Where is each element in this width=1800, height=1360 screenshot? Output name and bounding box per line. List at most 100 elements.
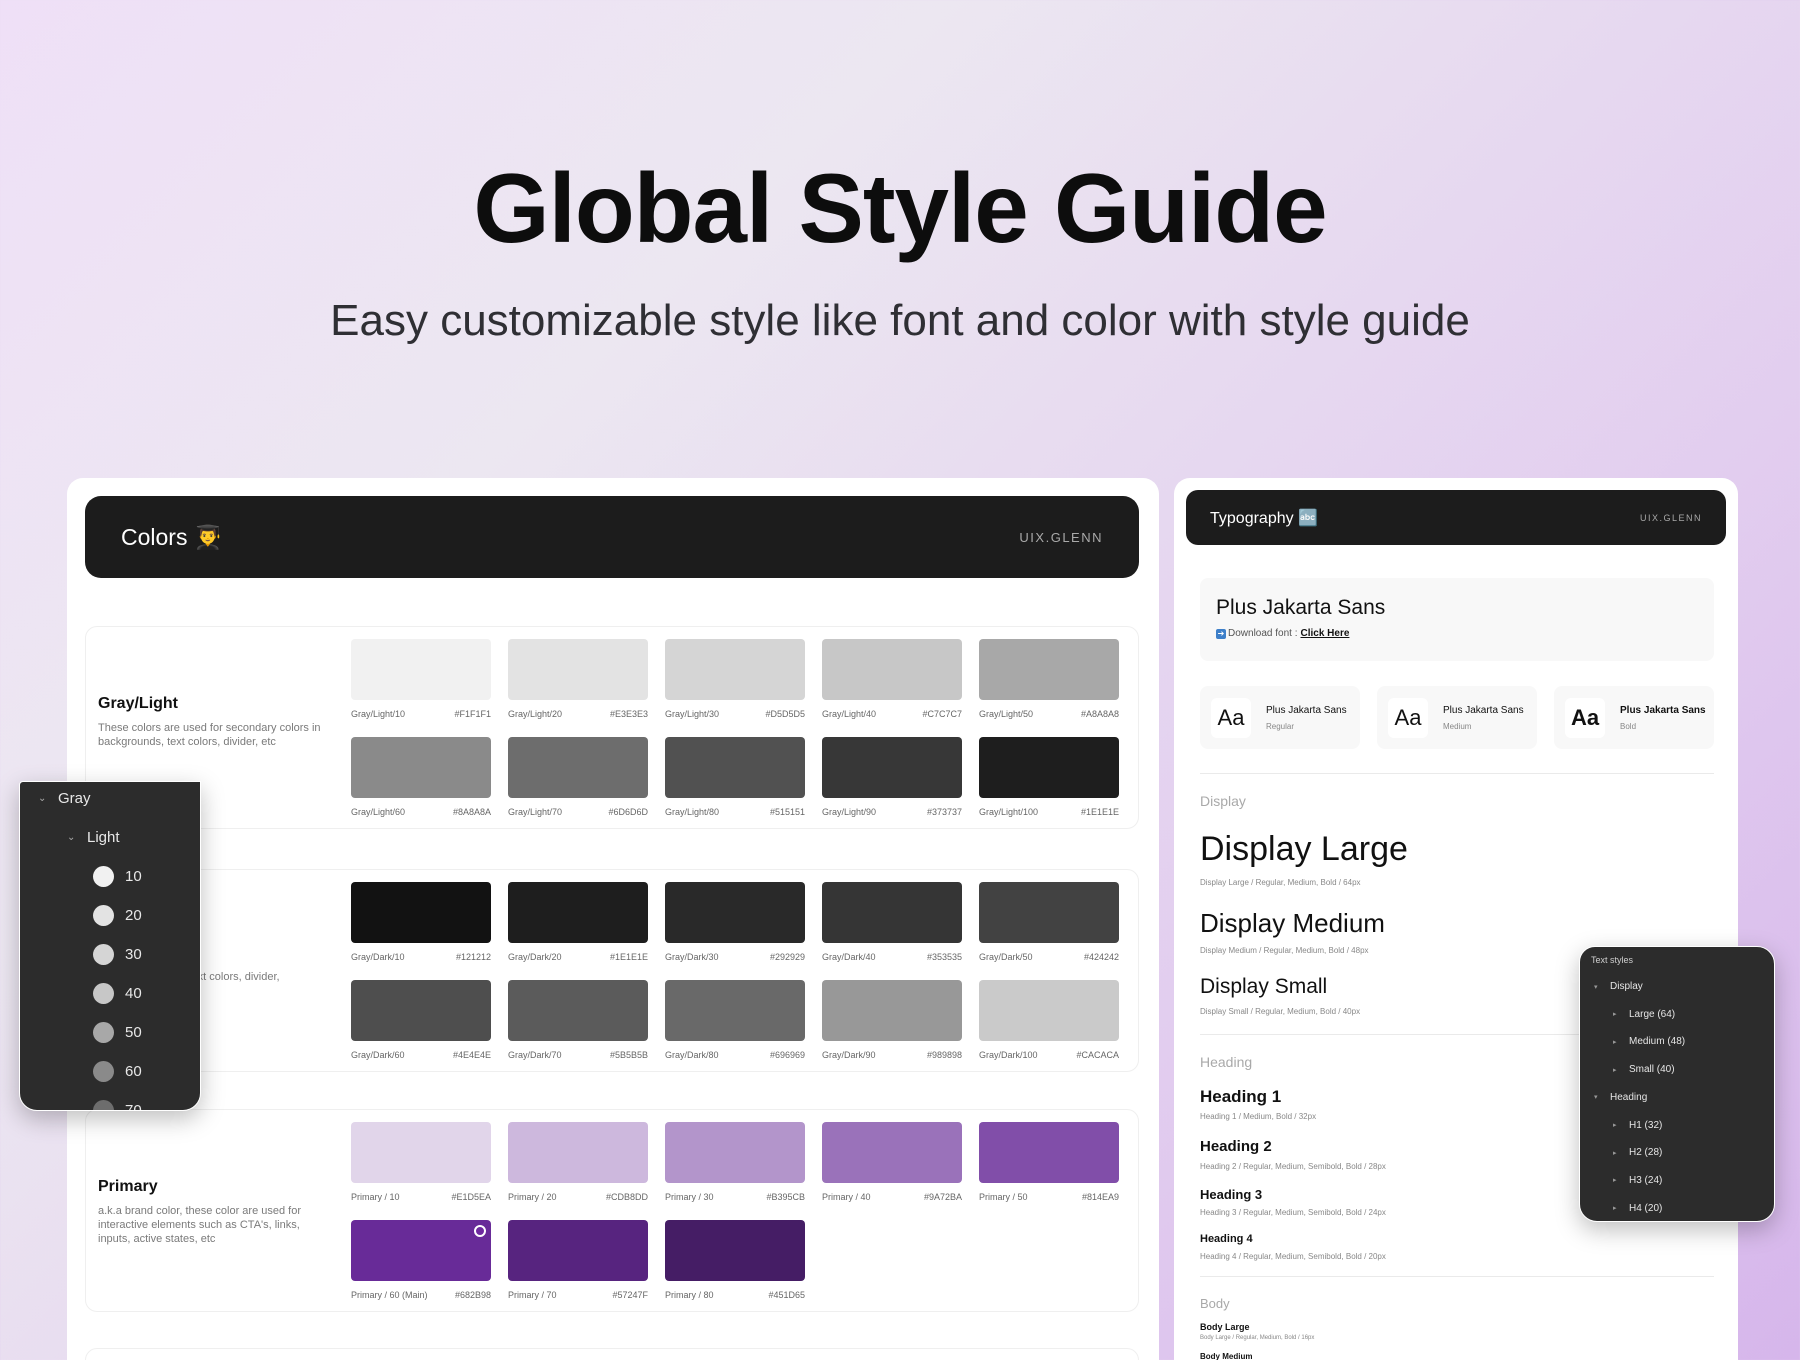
- swatch-hex: #CDB8DD: [605, 1192, 648, 1202]
- swatch-color: [979, 882, 1119, 943]
- body-large-sample: Body Large: [1200, 1322, 1250, 1332]
- style-group-label: Heading: [1610, 1091, 1648, 1103]
- swatch-hex: #814EA9: [1081, 1192, 1119, 1202]
- color-swatch[interactable]: Gray/Dark/60 #4E4E4E: [351, 980, 491, 1060]
- color-swatch[interactable]: Primary / 10 #E1D5EA: [351, 1122, 491, 1202]
- chevron-right-icon: ▸: [1613, 1205, 1617, 1213]
- color-swatch[interactable]: Gray/Light/40 #C7C7C7: [822, 639, 962, 719]
- color-swatch[interactable]: Primary / 30 #B395CB: [665, 1122, 805, 1202]
- swatch-name: Gray/Dark/60: [351, 1050, 405, 1060]
- color-swatch[interactable]: Gray/Light/50 #A8A8A8: [979, 639, 1119, 719]
- color-swatch[interactable]: Primary / 70 #57247F: [508, 1220, 648, 1300]
- colors-title: Colors 👨‍🎓: [121, 523, 223, 550]
- color-swatch[interactable]: Gray/Light/80 #515151: [665, 737, 805, 817]
- typography-title: Typography 🔤: [1210, 509, 1318, 527]
- color-swatch[interactable]: Primary / 20 #CDB8DD: [508, 1122, 648, 1202]
- color-swatch[interactable]: Gray/Dark/20 #1E1E1E: [508, 882, 648, 962]
- weight-sample: Aa: [1388, 697, 1428, 738]
- style-group[interactable]: ▾ Display: [1594, 981, 1643, 992]
- swatch-color: [665, 882, 805, 943]
- swatch-color: [351, 882, 491, 943]
- swatch-hex: #E1D5EA: [451, 1192, 491, 1202]
- swatch-color: [979, 980, 1119, 1041]
- style-item[interactable]: ▸ Medium (48): [1613, 1036, 1685, 1047]
- color-swatch[interactable]: Gray/Light/20 #E3E3E3: [508, 639, 648, 719]
- layer-item[interactable]: 10: [93, 866, 142, 887]
- color-swatch[interactable]: Primary / 40 #9A72BA: [822, 1122, 962, 1202]
- color-swatch[interactable]: Gray/Dark/80 #696969: [665, 980, 805, 1060]
- heading-2-meta: Heading 2 / Regular, Medium, Semibold, B…: [1200, 1162, 1386, 1171]
- style-item[interactable]: ▸ Small (40): [1613, 1064, 1675, 1075]
- chevron-down-icon: ⌄: [38, 793, 47, 804]
- color-swatch[interactable]: Gray/Dark/70 #5B5B5B: [508, 980, 648, 1060]
- style-group-label: Display: [1610, 981, 1643, 992]
- swatch-color: [508, 1220, 648, 1281]
- swatch-name: Gray/Light/100: [979, 807, 1039, 817]
- color-swatch[interactable]: Gray/Dark/100 #CACACA: [979, 980, 1119, 1060]
- swatch-color: [508, 1122, 648, 1183]
- swatch-name: Gray/Light/90: [822, 807, 877, 817]
- swatch-hex: #CACACA: [1076, 1050, 1119, 1060]
- layer-group-light[interactable]: ⌄ Light: [67, 829, 120, 846]
- swatch-name: Primary / 10: [351, 1192, 400, 1202]
- display-large-sample: Display Large: [1200, 830, 1408, 868]
- color-swatch[interactable]: Gray/Light/90 #373737: [822, 737, 962, 817]
- color-swatch[interactable]: Gray/Dark/40 #353535: [822, 882, 962, 962]
- heading-4-sample: Heading 4: [1200, 1233, 1253, 1245]
- color-swatch[interactable]: Gray/Light/60 #8A8A8A: [351, 737, 491, 817]
- display-large-meta: Display Large / Regular, Medium, Bold / …: [1200, 878, 1361, 887]
- arrow-right-icon: ➔: [1216, 628, 1226, 639]
- color-swatch[interactable]: Gray/Dark/50 #424242: [979, 882, 1119, 962]
- swatch-name: Gray/Dark/30: [665, 952, 719, 962]
- color-swatch[interactable]: Gray/Light/10 #F1F1F1: [351, 639, 491, 719]
- layer-item[interactable]: 60: [93, 1061, 142, 1082]
- style-item[interactable]: ▸ H2 (28): [1613, 1147, 1662, 1158]
- swatch-grid: Primary / 10 #E1D5EA Primary / 20 #CDB8DD Pr…: [351, 1122, 1119, 1300]
- font-info-box: Plus Jakarta Sans ➔ Download font : Clic…: [1200, 578, 1714, 661]
- color-swatch[interactable]: Gray/Light/30 #D5D5D5: [665, 639, 805, 719]
- layer-item[interactable]: 50: [93, 1022, 142, 1043]
- chevron-down-icon: ▾: [1594, 1094, 1598, 1102]
- weight-font-name: Plus Jakarta Sans: [1620, 704, 1706, 716]
- weight-style: Medium: [1443, 721, 1472, 731]
- layer-group-gray[interactable]: ⌄ Gray: [38, 790, 91, 807]
- layer-item[interactable]: 30: [93, 944, 142, 965]
- color-swatch[interactable]: Gray/Dark/90 #989898: [822, 980, 962, 1060]
- style-group[interactable]: ▾ Heading: [1594, 1092, 1647, 1103]
- font-name: Plus Jakarta Sans: [1216, 596, 1386, 619]
- section-title: Gray/Light: [98, 695, 179, 712]
- color-swatch[interactable]: Gray/Dark/30 #292929: [665, 882, 805, 962]
- color-swatch[interactable]: Gray/Light/70 #6D6D6D: [508, 737, 648, 817]
- chevron-right-icon: ▸: [1613, 1122, 1617, 1129]
- style-item-label: Large (64): [1629, 1008, 1676, 1020]
- color-swatch[interactable]: Primary / 50 #814EA9: [979, 1122, 1119, 1202]
- swatch-hex: #5B5B5B: [609, 1050, 648, 1060]
- swatch-hex: #4E4E4E: [452, 1050, 491, 1060]
- swatch-grid: Gray/Dark/10 #121212 Gray/Dark/20 #1E1E1E Gr…: [351, 882, 1119, 1060]
- color-swatch[interactable]: Gray/Dark/10 #121212: [351, 882, 491, 962]
- layer-item-label: 20: [125, 907, 142, 924]
- color-swatch[interactable]: Primary / 60 (Main) #682B98: [351, 1220, 491, 1300]
- display-medium-meta: Display Medium / Regular, Medium, Bold /…: [1200, 946, 1369, 955]
- color-section-gray-light: Gray/Light These colors are used for sec…: [85, 626, 1139, 829]
- style-item[interactable]: ▸ H4 (20): [1613, 1203, 1662, 1214]
- heading-2-sample: Heading 2: [1200, 1138, 1272, 1155]
- layer-item[interactable]: 40: [93, 983, 142, 1004]
- swatch-hex: #6D6D6D: [608, 807, 648, 817]
- download-link[interactable]: Click Here: [1301, 628, 1350, 639]
- section-description: These colors are used for secondary colo…: [98, 722, 321, 748]
- color-swatch[interactable]: Gray/Light/100 #1E1E1E: [979, 737, 1119, 817]
- style-item[interactable]: ▸ Large (64): [1613, 1009, 1675, 1020]
- swatch-hex: #353535: [926, 952, 962, 962]
- swatch-color: [979, 1122, 1119, 1183]
- swatch-hex: #8A8A8A: [452, 807, 491, 817]
- heading-1-sample: Heading 1: [1200, 1087, 1282, 1106]
- style-item[interactable]: ▸ H3 (24): [1613, 1175, 1662, 1186]
- swatch-name: Primary / 60 (Main): [351, 1290, 428, 1300]
- color-swatch[interactable]: Primary / 80 #451D65: [665, 1220, 805, 1300]
- layer-item[interactable]: 20: [93, 905, 142, 926]
- swatch-color: [351, 737, 491, 798]
- layer-item[interactable]: 70: [93, 1100, 142, 1110]
- swatch-name: Gray/Light/70: [508, 807, 563, 817]
- style-item[interactable]: ▸ H1 (32): [1613, 1120, 1662, 1131]
